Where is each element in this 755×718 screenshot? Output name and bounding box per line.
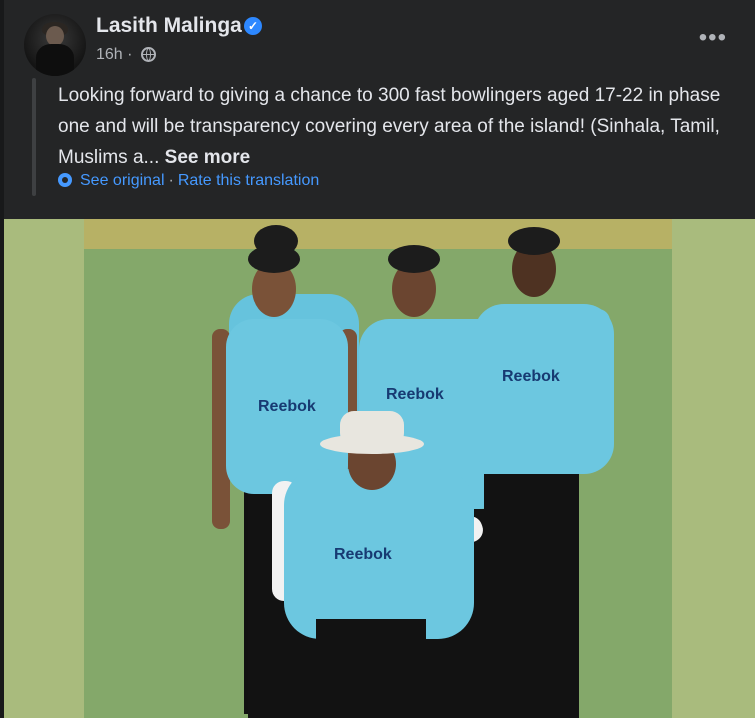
post-text: Looking forward to giving a chance to 30…	[58, 80, 748, 173]
post-time[interactable]: 16h	[96, 46, 123, 63]
jersey-brand-4: Reebok	[334, 546, 392, 563]
post-card: Lasith Malinga ✓ 16h · ••• Looking forwa…	[4, 0, 755, 718]
photo-illustration: Reebok Reebok Reebok Reebok	[4, 219, 755, 718]
meta-separator: ·	[127, 46, 133, 63]
see-more-link[interactable]: See more	[165, 147, 251, 168]
translation-separator: ·	[168, 172, 174, 189]
avatar[interactable]	[24, 14, 86, 76]
post-body: Looking forward to giving a chance to 30…	[58, 85, 721, 168]
gear-icon	[58, 173, 72, 187]
post-photo[interactable]: Reebok Reebok Reebok Reebok	[4, 219, 755, 718]
more-options-icon[interactable]: •••	[699, 26, 727, 50]
globe-icon[interactable]	[141, 47, 156, 62]
jersey-brand-1: Reebok	[258, 398, 316, 415]
jersey-brand-2: Reebok	[386, 386, 444, 403]
see-original-link[interactable]: See original	[80, 172, 165, 189]
post-meta: 16h ·	[96, 46, 132, 64]
translation-row: See original · Rate this translation	[58, 172, 319, 190]
avatar-body	[36, 44, 74, 76]
translation-quote-bar	[32, 78, 36, 196]
verified-badge-icon: ✓	[244, 17, 262, 35]
avatar-head	[46, 26, 64, 46]
jersey-brand-3: Reebok	[502, 368, 560, 385]
author-name[interactable]: Lasith Malinga	[96, 14, 242, 38]
rate-translation-link[interactable]: Rate this translation	[178, 172, 319, 189]
